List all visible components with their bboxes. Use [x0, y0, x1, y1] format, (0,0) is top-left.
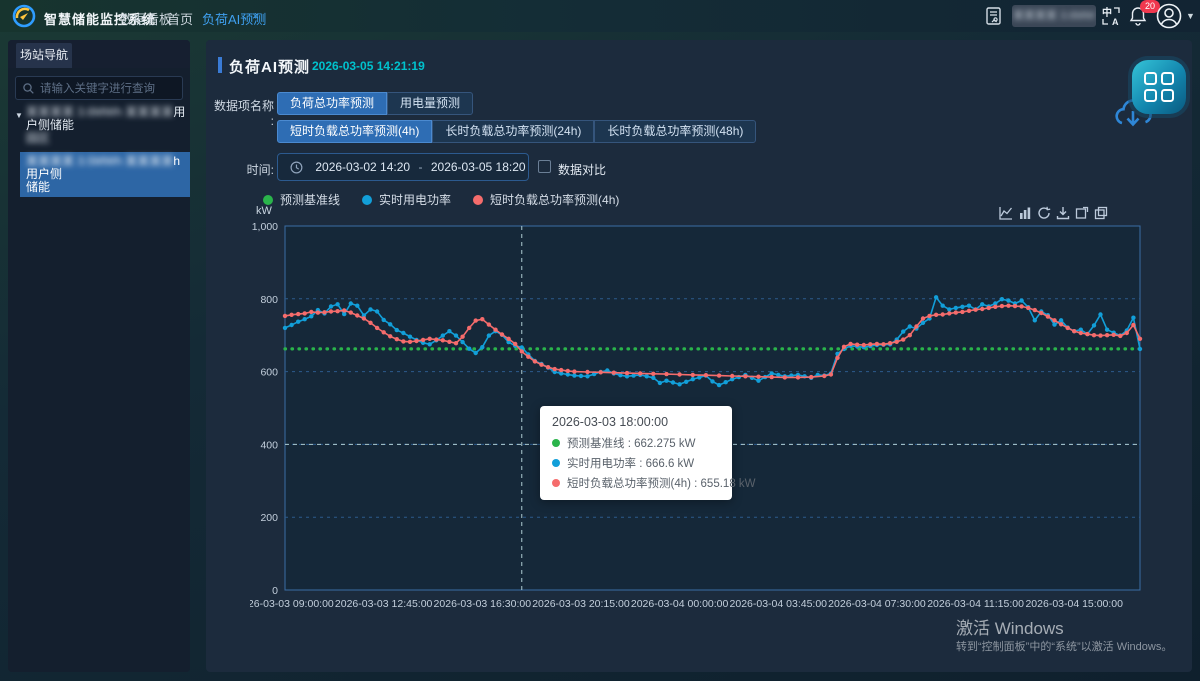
search-icon [23, 83, 34, 94]
windows-activation-subtext: 转到“控制面板”中的“系统”以激活 Windows。 [956, 638, 1172, 654]
blurred-text: 某某某某 3.5MWh 某某某某 [26, 154, 173, 168]
line-chart-icon[interactable] [999, 206, 1013, 220]
time-range-end[interactable]: 2026-03-05 18:20 [428, 160, 528, 174]
restore-icon[interactable] [1037, 206, 1051, 220]
time-range-start[interactable]: 2026-03-02 14:20 [313, 160, 413, 174]
time-range-separator: - [413, 160, 429, 174]
app-logo-icon [12, 4, 36, 28]
svg-text:2026-03-04 15:00:00: 2026-03-04 15:00:00 [1025, 598, 1123, 610]
menu-item-home[interactable]: 首页 [167, 9, 193, 28]
svg-text:中: 中 [1102, 6, 1112, 19]
data-item-label: 数据项名称 : [212, 97, 274, 128]
tree-expand-caret-icon[interactable]: ▼ [15, 109, 23, 122]
language-switch-icon[interactable]: 中 A [1100, 5, 1122, 27]
page-title: 负荷AI预测 [229, 56, 310, 77]
tooltip-row: 短时负载总功率预测(4h) : 655.18 kW [552, 475, 720, 491]
tooltip-dot-realtime [552, 459, 560, 467]
tooltip-row: 实时用电功率 : 666.6 kW [552, 455, 720, 471]
bar-chart-icon[interactable] [1018, 206, 1032, 220]
svg-text:2026-03-03 16:30:00: 2026-03-03 16:30:00 [434, 598, 532, 610]
current-timestamp: 2026-03-05 14:21:19 [312, 59, 425, 73]
svg-text:2026-03-03 09:00:00: 2026-03-03 09:00:00 [250, 598, 334, 610]
legend-dot-baseline [263, 195, 273, 205]
time-range-picker[interactable]: 2026-03-02 14:20 - 2026-03-05 18:20 [277, 153, 529, 181]
svg-text:A: A [1112, 17, 1119, 27]
legend-item-forecast-4h[interactable]: 短时负载总功率预测(4h) [473, 191, 619, 208]
zoom-reset-icon[interactable] [1094, 206, 1108, 220]
button-energy-forecast[interactable]: 用电量预测 [387, 92, 473, 115]
svg-text:600: 600 [260, 367, 278, 379]
load-forecast-chart[interactable]: 02004006008001,0002026-03-03 09:00:00202… [250, 220, 1150, 620]
tab-close-icon[interactable]: × [252, 9, 259, 23]
clock-icon [290, 161, 303, 174]
legend-item-realtime[interactable]: 实时用电功率 [362, 191, 451, 208]
svg-text:2026-03-03 20:15:00: 2026-03-03 20:15:00 [532, 598, 630, 610]
sidebar-header: 场站导航 [8, 40, 190, 68]
svg-text:2026-03-04 03:45:00: 2026-03-04 03:45:00 [730, 598, 828, 610]
menu-item-dashboard[interactable]: 数据看板 [120, 9, 172, 28]
document-icon[interactable] [984, 6, 1004, 26]
station-sidebar: 场站导航 请输入关键字进行查询 ▼ 某某某某 3.6MWh 某某某某用户侧储能 … [8, 40, 190, 672]
apps-grid-button[interactable] [1132, 60, 1186, 114]
grid-icon [1144, 72, 1174, 102]
y-axis-unit: kW [256, 205, 272, 217]
download-icon[interactable] [1056, 206, 1070, 220]
chart-toolbar [999, 206, 1108, 220]
windows-activation-text: 激活 Windows [956, 614, 1064, 639]
data-compare-label: 数据对比 [558, 161, 606, 178]
legend-dot-realtime [362, 195, 372, 205]
svg-text:2026-03-04 11:15:00: 2026-03-04 11:15:00 [927, 598, 1024, 610]
legend-item-baseline[interactable]: 预测基准线 [263, 191, 340, 208]
svg-text:1,000: 1,000 [252, 221, 278, 233]
search-placeholder: 请输入关键字进行查询 [40, 80, 155, 96]
data-zoom-icon[interactable] [1075, 206, 1089, 220]
tooltip-dot-baseline [552, 439, 560, 447]
svg-text:2026-03-04 00:00:00: 2026-03-04 00:00:00 [631, 598, 729, 610]
button-forecast-4h[interactable]: 短时负载总功率预测(4h) [277, 120, 432, 143]
station-tree: ▼ 某某某某 3.6MWh 某某某某用户侧储能 园区 某某某某 3.5MWh 某… [8, 106, 190, 197]
legend-dot-forecast-4h [473, 195, 483, 205]
svg-text:200: 200 [260, 512, 278, 524]
button-forecast-48h[interactable]: 长时负载总功率预测(48h) [594, 120, 756, 143]
button-forecast-24h[interactable]: 长时负载总功率预测(24h) [432, 120, 594, 143]
tooltip-title: 2026-03-03 18:00:00 [552, 415, 720, 429]
svg-text:400: 400 [260, 439, 278, 451]
tree-item-label: 储能 [26, 180, 50, 194]
main-panel: 负荷AI预测 2026-03-05 14:21:19 数据项名称 : 负荷总功率… [206, 40, 1192, 672]
station-name-box[interactable]: 某某某某 3.6MW [1012, 5, 1096, 27]
title-accent-bar [218, 57, 222, 73]
forecast-horizon-group: 短时负载总功率预测(4h) 长时负载总功率预测(24h) 长时负载总功率预测(4… [277, 120, 756, 143]
avatar-icon[interactable] [1156, 3, 1182, 29]
svg-text:800: 800 [260, 294, 278, 306]
avatar-caret-icon[interactable]: ▼ [1186, 11, 1195, 21]
svg-text:0: 0 [272, 585, 278, 597]
svg-text:2026-03-03 12:45:00: 2026-03-03 12:45:00 [335, 598, 433, 610]
tooltip-row: 预测基准线 : 662.275 kW [552, 435, 720, 451]
chart-legend: 预测基准线 实时用电功率 短时负载总功率预测(4h) [263, 191, 619, 208]
station-search-input[interactable]: 请输入关键字进行查询 [15, 76, 183, 100]
button-total-power-forecast[interactable]: 负荷总功率预测 [277, 92, 387, 115]
forecast-type-group: 负荷总功率预测 用电量预测 [277, 92, 473, 115]
tooltip-dot-forecast-4h [552, 479, 560, 487]
chart-tooltip: 2026-03-03 18:00:00 预测基准线 : 662.275 kW 实… [540, 406, 732, 500]
tree-item-selected-station[interactable]: 某某某某 3.5MWh 某某某某h用户侧 储能 [20, 152, 190, 197]
time-label: 时间: [212, 161, 274, 178]
data-compare-checkbox[interactable] [538, 160, 551, 173]
blurred-text: 某某某某 3.6MWh 某某某某 [26, 105, 173, 119]
tree-item-parent-station[interactable]: ▼ 某某某某 3.6MWh 某某某某用户侧储能 园区 [8, 106, 190, 145]
topbar: 智慧储能监控系统 数据看板 首页 负荷AI预测 × 某某某某 3.6MW 中 A… [0, 0, 1200, 32]
blurred-text: 园区 [26, 131, 50, 145]
svg-text:2026-03-04 07:30:00: 2026-03-04 07:30:00 [828, 598, 926, 610]
tab-station-navigation[interactable]: 场站导航 [16, 43, 72, 68]
